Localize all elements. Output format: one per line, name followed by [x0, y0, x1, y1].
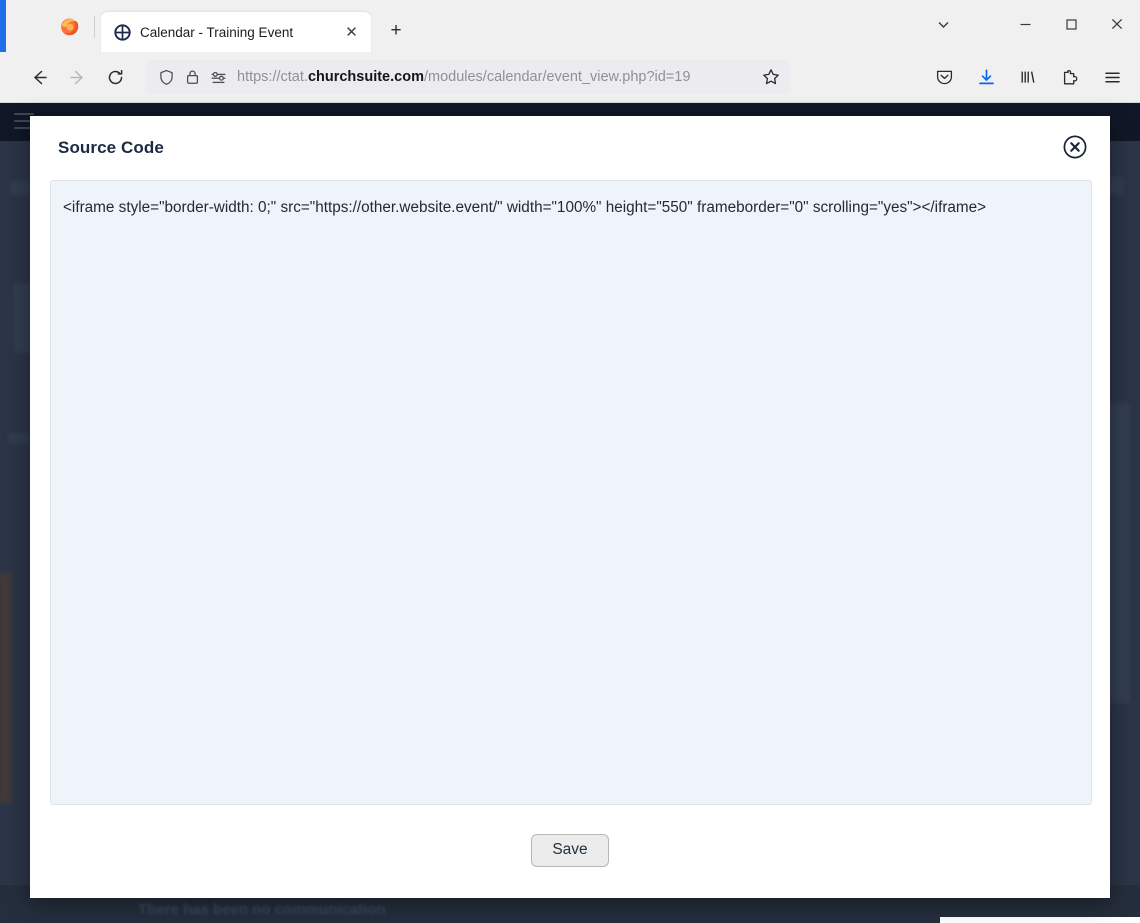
tab-title: Calendar - Training Event: [140, 24, 294, 40]
extensions-puzzle-icon[interactable]: [1052, 60, 1088, 94]
window-maximize-button[interactable]: [1048, 0, 1094, 48]
modal-title: Source Code: [58, 138, 164, 157]
pocket-save-icon[interactable]: [926, 60, 962, 94]
library-icon[interactable]: [1010, 60, 1046, 94]
modal-footer: Save: [30, 810, 1110, 890]
downloads-icon[interactable]: [968, 60, 1004, 94]
navigation-toolbar: https://ctat.churchsuite.com/modules/cal…: [0, 52, 1140, 102]
firefox-logo-icon: [54, 0, 84, 52]
modal-body: [30, 180, 1110, 810]
browser-chrome: Calendar - Training Event ✕ + https://ct…: [0, 0, 1140, 103]
tab-strip: Calendar - Training Event ✕ +: [0, 0, 1140, 52]
tab-list-chevron-down-icon[interactable]: [920, 0, 966, 48]
window-close-button[interactable]: [1094, 0, 1140, 48]
modal-header: Source Code: [30, 116, 1110, 180]
page-scroll-indicator[interactable]: [940, 917, 1140, 923]
url-text[interactable]: https://ctat.churchsuite.com/modules/cal…: [237, 69, 752, 85]
url-domain: churchsuite.com: [307, 69, 424, 85]
permissions-icon[interactable]: [210, 70, 227, 85]
bookmark-star-icon[interactable]: [762, 68, 780, 86]
source-code-modal: Source Code Save: [30, 116, 1110, 898]
browser-toolbar-icons: [926, 60, 1130, 94]
lock-icon[interactable]: [185, 69, 200, 85]
reload-icon[interactable]: [96, 60, 134, 94]
close-circle-icon[interactable]: [1060, 132, 1090, 162]
browser-tab-calendar-training-event[interactable]: Calendar - Training Event ✕: [101, 12, 371, 52]
window-left-accent: [0, 0, 6, 52]
window-controls: [920, 0, 1140, 48]
back-arrow-icon[interactable]: [20, 60, 58, 94]
page-ghost-element: [8, 433, 32, 443]
tab-separator: [94, 16, 95, 38]
tab-close-icon[interactable]: ✕: [342, 23, 361, 42]
forward-arrow-icon: [58, 60, 96, 94]
url-scheme: https://: [237, 69, 281, 85]
new-tab-button[interactable]: +: [381, 16, 411, 46]
page-ghost-element: [0, 573, 10, 803]
screenshot-root: Calendar - Training Event ✕ + https://ct…: [0, 0, 1140, 923]
save-button[interactable]: Save: [531, 833, 609, 867]
source-code-textarea[interactable]: [50, 180, 1092, 805]
app-menu-icon[interactable]: [1094, 60, 1130, 94]
window-minimize-button[interactable]: [1002, 0, 1048, 48]
url-subdomain: ctat.: [280, 69, 308, 85]
page-ghost-element: [10, 181, 32, 195]
address-bar[interactable]: https://ctat.churchsuite.com/modules/cal…: [146, 60, 790, 94]
churchsuite-globe-icon: [114, 23, 131, 41]
page-status-text: There has been no communication: [138, 901, 386, 918]
shield-icon[interactable]: [158, 69, 175, 86]
url-path: /modules/calendar/event_view.php?id=19: [423, 69, 691, 85]
